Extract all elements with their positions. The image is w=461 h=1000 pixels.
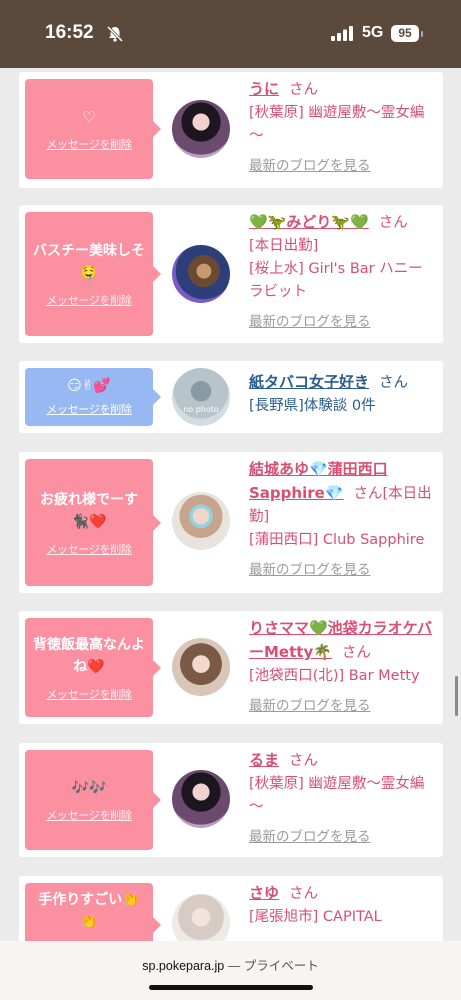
message-bubble: 🎶🎶 メッセージを削除: [25, 750, 161, 850]
status-bar: 16:52 5G 95: [0, 0, 461, 68]
message-text: 手作りすごい👏👏: [38, 892, 140, 930]
separator-text: —: [224, 959, 244, 973]
message-bubble: お疲れ様でーす🐈‍⬛❤️ メッセージを削除: [25, 459, 161, 586]
san-label: さん: [341, 645, 371, 661]
avatar[interactable]: no photo: [172, 368, 230, 426]
message-text: 背徳飯最高なんよね❤️: [33, 636, 145, 675]
delete-message-link[interactable]: メッセージを削除: [46, 292, 132, 308]
shop-info: [池袋西口(北)] Bar Metty: [249, 668, 420, 684]
message-text: 😏✌💕: [67, 378, 111, 394]
san-label: さん: [289, 753, 319, 769]
san-label: さん: [353, 486, 383, 502]
shop-info: [桜上水] Girl's Bar ハニーラビット: [249, 261, 423, 300]
message-bubble: ♡ メッセージを削除: [25, 79, 161, 179]
cast-name-link[interactable]: うに: [249, 80, 279, 98]
shop-info: [蒲田西口] Club Sapphire: [249, 532, 425, 548]
cast-name-link[interactable]: 💚🦖みどり🦖💚: [249, 213, 369, 231]
san-label: さん: [289, 886, 319, 902]
home-indicator[interactable]: [149, 985, 313, 990]
message-text: お疲れ様でーす🐈‍⬛❤️: [40, 491, 138, 530]
message-bubble: バスチー美味しそ🤤 メッセージを削除: [25, 212, 161, 336]
message-text: ♡: [82, 108, 96, 126]
delete-message-link[interactable]: メッセージを削除: [46, 807, 132, 823]
message-card: バスチー美味しそ🤤 メッセージを削除 💚🦖みどり🦖💚 さん [本日出勤] [桜上水…: [19, 205, 443, 343]
bell-muted-icon: [106, 25, 124, 43]
avatar[interactable]: [172, 492, 230, 550]
scrollbar[interactable]: [455, 676, 458, 716]
avatar[interactable]: [172, 638, 230, 696]
message-bubble: 背徳飯最高なんよね❤️ メッセージを削除: [25, 618, 161, 717]
shop-info: [秋葉原] 幽遊屋敷～霊女編～: [249, 776, 425, 815]
url-display[interactable]: sp.pokepara.jp — プライベート: [0, 955, 461, 974]
no-photo-label: no photo: [183, 405, 219, 414]
shop-info: [秋葉原] 幽遊屋敷～霊女編～: [249, 105, 425, 144]
cast-name-link[interactable]: るま: [249, 751, 279, 769]
message-card: お疲れ様でーす🐈‍⬛❤️ メッセージを削除 結城あゆ💎蒲田西口Sapphire💎…: [19, 452, 443, 593]
avatar[interactable]: [172, 245, 230, 303]
cast-name-link[interactable]: さゆ: [249, 884, 279, 902]
latest-blog-link[interactable]: 最新のブログを見る: [249, 559, 437, 582]
battery-indicator: 95: [391, 25, 419, 42]
message-text: 🎶🎶: [71, 780, 107, 796]
cast-name-link[interactable]: りさママ💚池袋カラオケバーMetty🌴: [249, 619, 432, 661]
review-info: [長野県]体験談 0件: [249, 398, 376, 414]
signal-icon: [331, 26, 353, 41]
avatar[interactable]: [172, 770, 230, 828]
private-mode-label: プライベート: [243, 959, 319, 973]
delete-message-link[interactable]: メッセージを削除: [46, 541, 132, 557]
cast-name-link[interactable]: 紙タバコ女子好き: [249, 373, 369, 391]
browser-address-bar[interactable]: sp.pokepara.jp — プライベート: [0, 941, 461, 1000]
delete-message-link[interactable]: メッセージを削除: [46, 686, 132, 702]
message-card: 背徳飯最高なんよね❤️ メッセージを削除 りさママ💚池袋カラオケバーMetty🌴…: [19, 611, 443, 724]
work-status: [本日出勤]: [249, 238, 319, 254]
latest-blog-link[interactable]: 最新のブログを見る: [249, 826, 437, 849]
latest-blog-link[interactable]: 最新のブログを見る: [249, 311, 437, 334]
message-card: 🎶🎶 メッセージを削除 るま さん [秋葉原] 幽遊屋敷～霊女編～ 最新のブログを…: [19, 743, 443, 857]
avatar[interactable]: [172, 100, 230, 158]
message-bubble: 😏✌💕 メッセージを削除: [25, 368, 161, 426]
san-label: さん: [378, 215, 408, 231]
battery-tip: [421, 31, 423, 37]
san-label: さん: [379, 375, 409, 391]
message-card: ♡ メッセージを削除 うに さん [秋葉原] 幽遊屋敷～霊女編～ 最新のブログを見…: [19, 72, 443, 188]
network-label: 5G: [362, 24, 384, 41]
latest-blog-link[interactable]: 最新のブログを見る: [249, 155, 437, 178]
san-label: さん: [289, 82, 319, 98]
message-card: 😏✌💕 メッセージを削除 no photo 紙タバコ女子好き さん [長野県]体験…: [19, 361, 443, 433]
status-time: 16:52: [45, 22, 94, 43]
shop-info: [尾張旭市] CAPITAL: [249, 909, 382, 925]
domain-text: sp.pokepara.jp: [142, 959, 225, 973]
delete-message-link[interactable]: メッセージを削除: [46, 401, 132, 417]
message-text: バスチー美味しそ🤤: [33, 243, 145, 281]
latest-blog-link[interactable]: 最新のブログを見る: [249, 695, 437, 718]
delete-message-link[interactable]: メッセージを削除: [46, 136, 132, 152]
